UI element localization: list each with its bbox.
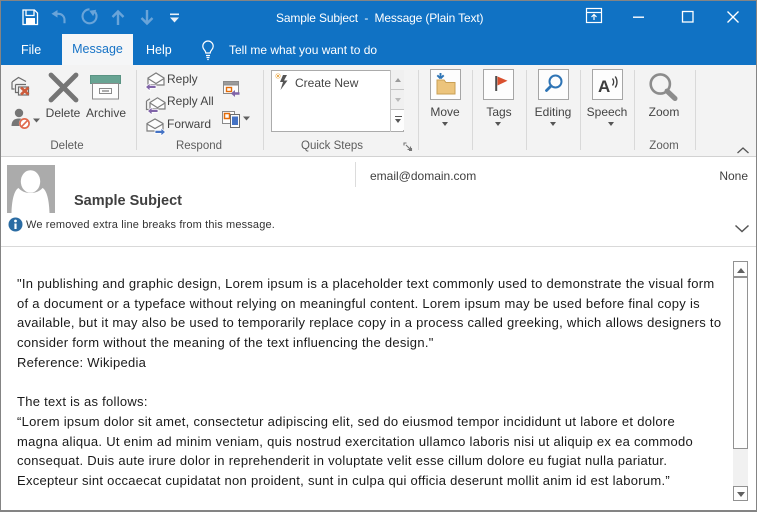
svg-text:A: A xyxy=(598,77,610,96)
